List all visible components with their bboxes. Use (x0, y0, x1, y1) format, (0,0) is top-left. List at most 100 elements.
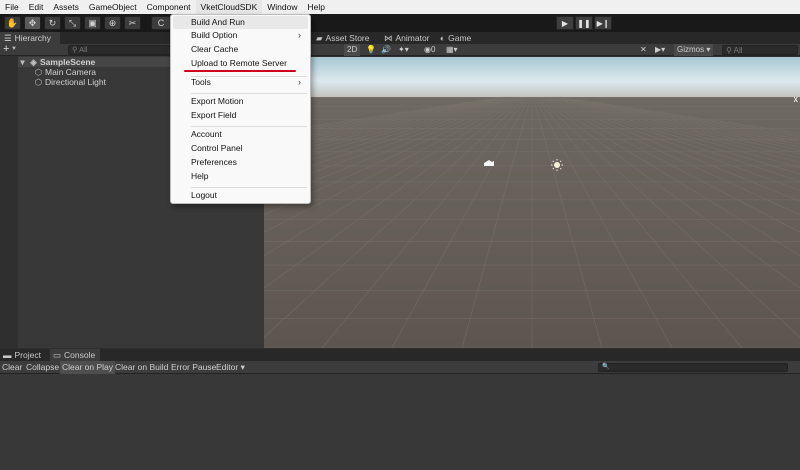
play-icon: ▶ (561, 18, 569, 28)
store-icon: ▰ (316, 33, 323, 43)
search-icon: 🔍 (602, 364, 610, 370)
scene-view[interactable]: x (264, 57, 800, 348)
lighting-icon[interactable]: 💡 (366, 44, 376, 56)
sky (264, 57, 800, 97)
scene-icon: ◈ (30, 57, 37, 67)
menu-assets[interactable]: Assets (48, 0, 84, 14)
menu-item-control-panel[interactable]: Control Panel (191, 142, 243, 155)
menu-component[interactable]: Component (142, 0, 196, 14)
console-search-input[interactable]: 🔍 (598, 363, 788, 372)
editor-dropdown[interactable]: Editor ▾ (214, 361, 247, 374)
menu-item-help[interactable]: Help (191, 170, 208, 183)
gameobject-icon: ⬡ (34, 67, 43, 77)
submenu-arrow-icon: › (298, 77, 301, 87)
clear-on-build-toggle[interactable]: Clear on Build (113, 361, 170, 374)
menu-item-tools[interactable]: Tools (191, 76, 211, 89)
menu-item-preferences[interactable]: Preferences (191, 156, 237, 169)
eye-icon: ◉ (424, 45, 431, 54)
scene-search-input[interactable]: ⚲ All (722, 45, 798, 55)
visibility-toggle[interactable]: ◉0 (424, 44, 435, 56)
hierarchy-tab-label: Hierarchy (14, 33, 51, 43)
effects-icon[interactable]: ✦▾ (398, 44, 409, 56)
scale-icon: ⤡ (68, 17, 77, 28)
tab-label: Project (14, 350, 41, 360)
vketcloudsdk-menu: Build And Run Build Option › Clear Cache… (170, 14, 311, 204)
menu-item-upload-to-remote-server[interactable]: Upload to Remote Server (191, 57, 287, 70)
hand-tool-button[interactable]: ✋ (4, 16, 21, 30)
menu-gameobject[interactable]: GameObject (84, 0, 142, 14)
step-icon: ▶❙ (596, 18, 610, 28)
menu-separator (191, 187, 307, 188)
close-icon[interactable]: x (794, 94, 799, 104)
center-label: C (157, 18, 165, 28)
menu-edit[interactable]: Edit (24, 0, 49, 14)
transform-tool-button[interactable]: ⊕ (104, 16, 121, 30)
pause-button[interactable]: ❚❚ (575, 16, 593, 30)
gizmos-label: Gizmos (677, 45, 705, 54)
pause-icon: ❚❚ (577, 18, 591, 28)
audio-icon[interactable]: 🔊 (381, 44, 391, 56)
custom-tool-button[interactable]: ✂ (124, 16, 141, 30)
move-icon: ✥ (28, 17, 37, 28)
step-button[interactable]: ▶❙ (594, 16, 612, 30)
error-pause-toggle[interactable]: Error Pause (169, 361, 218, 374)
menu-window[interactable]: Window (262, 0, 302, 14)
clear-on-play-toggle[interactable]: Clear on Play (60, 361, 116, 374)
scene-tab-bar: ▰ Asset Store ⋈ Animator ◐ Game (264, 32, 800, 44)
mode-2d-toggle[interactable]: 2D (344, 44, 361, 56)
chevron-down-icon[interactable]: ▼ (11, 46, 17, 52)
menu-item-build-option[interactable]: Build Option (191, 29, 237, 42)
menu-item-build-and-run[interactable]: Build And Run (173, 16, 308, 29)
tab-label: Game (448, 33, 472, 43)
list-icon: ☰ (4, 33, 12, 43)
red-annotation-underline (184, 70, 296, 72)
clear-button[interactable]: Clear (0, 361, 24, 374)
grid-icon[interactable]: ▦▾ (446, 44, 458, 56)
camera-icon[interactable]: ▶▾ (655, 44, 665, 56)
expand-arrow-icon[interactable]: ▾ (18, 57, 27, 67)
rect-tool-button[interactable]: ▣ (84, 16, 101, 30)
menu-help[interactable]: Help (302, 0, 329, 14)
menu-item-logout[interactable]: Logout (191, 189, 217, 202)
scene-canvas (264, 57, 800, 348)
hierarchy-item-label: SampleScene (40, 57, 96, 67)
hand-icon: ✋ (6, 17, 19, 28)
menu-vketcloudsdk[interactable]: VketCloudSDK (195, 0, 263, 14)
tab-project[interactable]: ▬ Project (0, 349, 48, 361)
tools-icon[interactable]: ✕ (640, 44, 647, 56)
rotate-tool-button[interactable]: ↻ (44, 16, 61, 30)
hierarchy-search-placeholder: All (79, 45, 88, 54)
search-icon: ⚲ (726, 46, 734, 55)
play-button[interactable]: ▶ (556, 16, 574, 30)
add-icon[interactable]: + (3, 43, 9, 55)
menu-separator (191, 126, 307, 127)
scale-tool-button[interactable]: ⤡ (64, 16, 81, 30)
gamepad-icon: ◐ (440, 33, 446, 43)
tab-asset-store[interactable]: ▰ Asset Store (316, 32, 369, 44)
menu-item-account[interactable]: Account (191, 128, 222, 141)
console-toolbar: Clear Collapse Clear on Play Clear on Bu… (0, 361, 800, 374)
menu-item-clear-cache[interactable]: Clear Cache (191, 43, 238, 56)
center-toggle-button[interactable]: C (151, 16, 171, 30)
gizmos-dropdown[interactable]: Gizmos ▾ (674, 44, 714, 56)
collapse-button[interactable]: Collapse (24, 361, 61, 374)
menu-separator (191, 93, 307, 94)
animator-icon: ⋈ (384, 33, 393, 43)
tab-console[interactable]: ▭ Console (50, 349, 100, 361)
tab-label: Asset Store (325, 33, 370, 43)
gameobject-icon: ⬡ (34, 77, 43, 87)
menu-file[interactable]: File (0, 0, 24, 14)
custom-tool-icon: ✂ (128, 17, 137, 28)
hierarchy-search-input[interactable]: ⚲ All (68, 45, 178, 55)
scene-search-placeholder: All (733, 46, 743, 55)
scene-toolbar: 2D 💡 🔊 ✦▾ ◉0 ▦▾ ✕ ▶▾ Gizmos ▾ ⚲ All (264, 44, 800, 56)
menu-item-export-field[interactable]: Export Field (191, 109, 236, 122)
tab-game[interactable]: ◐ Game (440, 32, 471, 44)
console-icon: ▭ (53, 350, 62, 360)
folder-icon: ▬ (3, 350, 12, 360)
tab-animator[interactable]: ⋈ Animator (384, 32, 430, 44)
move-tool-button[interactable]: ✥ (24, 16, 41, 30)
submenu-arrow-icon: › (298, 30, 301, 40)
menu-item-export-motion[interactable]: Export Motion (191, 95, 243, 108)
hierarchy-item-label: Directional Light (45, 77, 106, 87)
